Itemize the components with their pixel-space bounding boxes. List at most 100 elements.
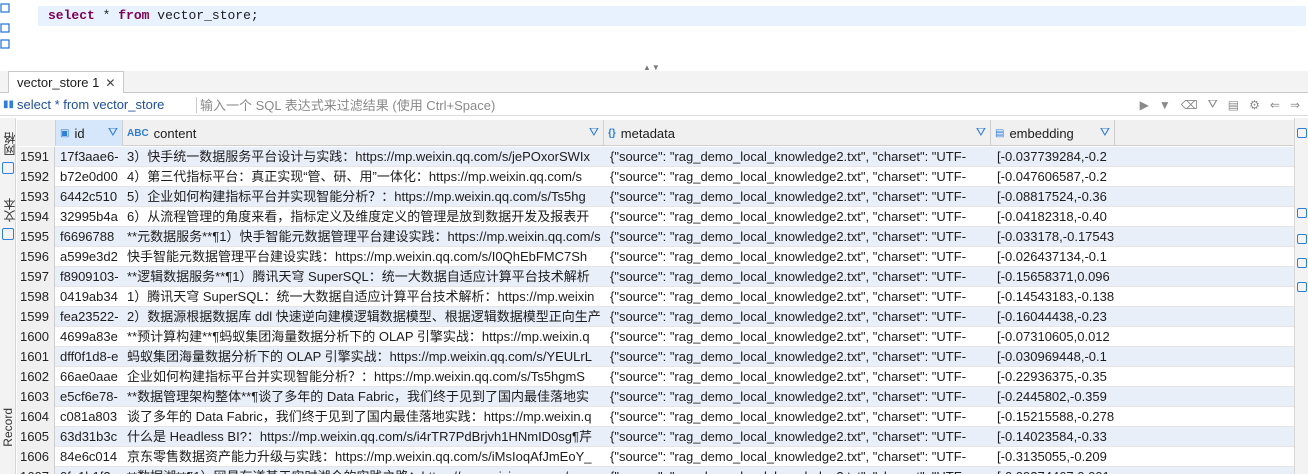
cell-metadata[interactable]: {"source": "rag_demo_local_knowledge2.tx… [606,167,992,187]
row-number[interactable]: 1603 [17,387,55,407]
cell-embedding[interactable]: [-0.033178,-0.17543 [993,227,1115,247]
info-icon[interactable] [1297,258,1307,268]
cell-metadata[interactable]: {"source": "rag_demo_local_knowledge2.tx… [606,187,992,207]
cell-embedding[interactable]: [-0.15658371,0.096 [993,267,1115,287]
filter-input[interactable]: 输入一个 SQL 表达式来过滤结果 (使用 Ctrl+Space) [200,95,1140,114]
table-row[interactable]: 16070fa1b1f2-**数据湖**¶1）网易有道基于实时湖仓的实践之路：h… [17,467,1294,474]
cell-id[interactable]: f6696788 [56,227,123,247]
cell-content[interactable]: **预计算构建**¶蚂蚁集团海量数据分析下的 OLAP 引擎实战：https:/… [123,327,603,347]
cell-embedding[interactable]: [-0.22936375,-0.35 [993,367,1115,387]
cell-metadata[interactable]: {"source": "rag_demo_local_knowledge2.tx… [606,447,992,467]
row-number[interactable]: 1593 [17,187,55,207]
cell-id[interactable]: c081a803 [56,407,123,427]
column-header-embedding[interactable]: ▤ embedding ⛛ [991,120,1115,146]
cell-embedding[interactable]: [-0.14543183,-0.138 [993,287,1115,307]
cell-metadata[interactable]: {"source": "rag_demo_local_knowledge2.tx… [606,367,992,387]
cell-id[interactable]: f8909103- [56,267,123,287]
cell-id[interactable]: 0419ab34 [56,287,123,307]
filter-icon[interactable]: ⛛ [1100,125,1110,140]
clear-filter-icon[interactable]: ⌫ [1181,98,1198,112]
table-row[interactable]: 1596 a599e3d2 快手智能元数据管理平台建设实践：https://mp.w… [17,247,1294,267]
row-number[interactable]: 1592 [17,167,55,187]
cell-content[interactable]: 蚂蚁集团海量数据分析下的 OLAP 引擎实战：https://mp.weixin… [123,347,603,367]
cell-id[interactable]: e5cf6e78- [56,387,123,407]
cell-content[interactable]: 3）快手统一数据服务平台设计与实践：https://mp.weixin.qq.c… [123,147,603,167]
side-tab-record[interactable]: Record [1,408,15,447]
grid-view-icon[interactable] [1297,208,1307,218]
cell-embedding[interactable]: [-0.030969448,-0.1 [993,347,1115,367]
table-row[interactable]: 1606 84e6c014 京东零售数据资产能力升级与实践：https://mp.w… [17,447,1294,467]
cell-embedding[interactable]: [-0.047606587,-0.2 [993,167,1115,187]
row-number[interactable]: 1607 [17,467,55,474]
row-number[interactable]: 1594 [17,207,55,227]
forward-arrow-icon[interactable]: ⇒ [1290,98,1300,112]
table-row[interactable]: 1593 6442c510 5）企业如何构建指标平台并实现智能分析？：https:/… [17,187,1294,207]
row-number[interactable]: 1595 [17,227,55,247]
cell-metadata[interactable]: {"source": "rag_demo_local_knowledge2.tx… [606,147,992,167]
row-number[interactable]: 1597 [17,267,55,287]
cell-id[interactable]: b72e0d00 [56,167,123,187]
cell-content[interactable]: **数据湖**¶1）网易有道基于实时湖仓的实践之路：https://mp.wei… [123,467,603,474]
cell-metadata[interactable]: {"source": "rag_demo_local_knowledge2.tx… [606,387,992,407]
cell-metadata[interactable]: {"source": "rag_demo_local_knowledge2.tx… [606,427,992,447]
table-row[interactable]: 1591 17f3aae6- 3）快手统一数据服务平台设计与实践：https://m… [17,147,1294,167]
row-number[interactable]: 1596 [17,247,55,267]
filter-history-icon[interactable]: ▼ [1159,98,1171,112]
cell-content[interactable]: 5）企业如何构建指标平台并实现智能分析？：https://mp.weixin.q… [123,187,603,207]
cell-content[interactable]: 京东零售数据资产能力升级与实践：https://mp.weixin.qq.com… [123,447,603,467]
cell-embedding[interactable]: [-0.09274467,0.001 [993,467,1115,474]
table-row[interactable]: 1602 66ae0aae 企业如何构建指标平台并实现智能分析？：https://m… [17,367,1294,387]
table-row[interactable]: 1595 f6696788 **元数据服务**¶1）快手智能元数据管理平台建设实践：… [17,227,1294,247]
cell-metadata[interactable]: {"source": "rag_demo_local_knowledge2.tx… [606,227,992,247]
table-row[interactable]: 1600 4699a83e **预计算构建**¶蚂蚁集团海量数据分析下的 OLAP … [17,327,1294,347]
cell-content[interactable]: 谈了多年的 Data Fabric，我们终于见到了国内最佳落地实践：https:… [123,407,603,427]
row-number[interactable]: 1604 [17,407,55,427]
cell-metadata[interactable]: {"source": "rag_demo_local_knowledge2.tx… [606,287,992,307]
cell-embedding[interactable]: [-0.15215588,-0.278 [993,407,1115,427]
filter-settings-icon[interactable]: ▤ [1228,98,1239,112]
row-number[interactable]: 1598 [17,287,55,307]
row-number[interactable]: 1606 [17,447,55,467]
back-arrow-icon[interactable]: ⇐ [1270,98,1280,112]
cell-content[interactable]: **逻辑数据服务**¶1）腾讯天穹 SuperSQL：统一大数据自适应计算平台技… [123,267,603,287]
cell-embedding[interactable]: [-0.08817524,-0.36 [993,187,1115,207]
cell-id[interactable]: 66ae0aae [56,367,123,387]
cell-id[interactable]: a599e3d2 [56,247,123,267]
cell-content[interactable]: **数据管理架构整体**¶谈了多年的 Data Fabric，我们终于见到了国内… [123,387,603,407]
cell-id[interactable]: 17f3aae6- [56,147,123,167]
cell-embedding[interactable]: [-0.04182318,-0.40 [993,207,1115,227]
cell-metadata[interactable]: {"source": "rag_demo_local_knowledge2.tx… [606,407,992,427]
cell-content[interactable]: 2）数据源根据数据库 ddl 快速逆向建模逻辑数据模型、根据逻辑数据模型正向生产 [123,307,603,327]
cell-embedding[interactable]: [-0.037739284,-0.2 [993,147,1115,167]
cell-embedding[interactable]: [-0.14023584,-0.33 [993,427,1115,447]
sql-editor[interactable]: select * from vector_store; [0,0,1308,62]
cell-metadata[interactable]: {"source": "rag_demo_local_knowledge2.tx… [606,327,992,347]
row-number[interactable]: 1601 [17,347,55,367]
tab-vector-store-1[interactable]: vector_store 1 ✕ [8,71,125,93]
column-header-id[interactable]: ▣ id ⛛ [56,120,123,146]
cell-embedding[interactable]: [-0.026437134,-0.1 [993,247,1115,267]
cell-id[interactable]: 4699a83e [56,327,123,347]
results-grid[interactable]: ▣ id ⛛ ABC content ⛛ {} metadata ⛛ ▤ emb… [17,120,1294,474]
filter-icon[interactable]: ⛛ [589,125,599,140]
side-tab-text[interactable]: 文本 [1,198,18,222]
cell-metadata[interactable]: {"source": "rag_demo_local_knowledge2.tx… [606,267,992,287]
cell-metadata[interactable]: {"source": "rag_demo_local_knowledge2.tx… [606,347,992,367]
table-row[interactable]: 1603 e5cf6e78- **数据管理架构整体**¶谈了多年的 Data Fab… [17,387,1294,407]
row-number[interactable]: 1599 [17,307,55,327]
apply-filter-icon[interactable]: ▶ [1140,98,1149,112]
layout-icon[interactable] [1297,282,1307,292]
cell-metadata[interactable]: {"source": "rag_demo_local_knowledge2.tx… [606,467,992,474]
close-icon[interactable]: ✕ [105,76,115,90]
cell-embedding[interactable]: [-0.07310605,0.012 [993,327,1115,347]
settings-icon[interactable] [1297,234,1307,244]
cell-metadata[interactable]: {"source": "rag_demo_local_knowledge2.tx… [606,207,992,227]
cell-content[interactable]: 企业如何构建指标平台并实现智能分析？：https://mp.weixin.qq.… [123,367,603,387]
table-row[interactable]: 1604 c081a803 谈了多年的 Data Fabric，我们终于见到了国内最… [17,407,1294,427]
cell-content[interactable]: 什么是 Headless BI?：https://mp.weixin.qq.co… [123,427,603,447]
table-row[interactable]: 1601 dff0f1d8-e 蚂蚁集团海量数据分析下的 OLAP 引擎实战：htt… [17,347,1294,367]
cell-content[interactable]: 1）腾讯天穹 SuperSQL：统一大数据自适应计算平台技术解析：https:/… [123,287,603,307]
cell-embedding[interactable]: [-0.2445802,-0.359 [993,387,1115,407]
filter-icon[interactable]: ⛛ [108,125,118,140]
cell-id[interactable]: 84e6c014 [56,447,123,467]
